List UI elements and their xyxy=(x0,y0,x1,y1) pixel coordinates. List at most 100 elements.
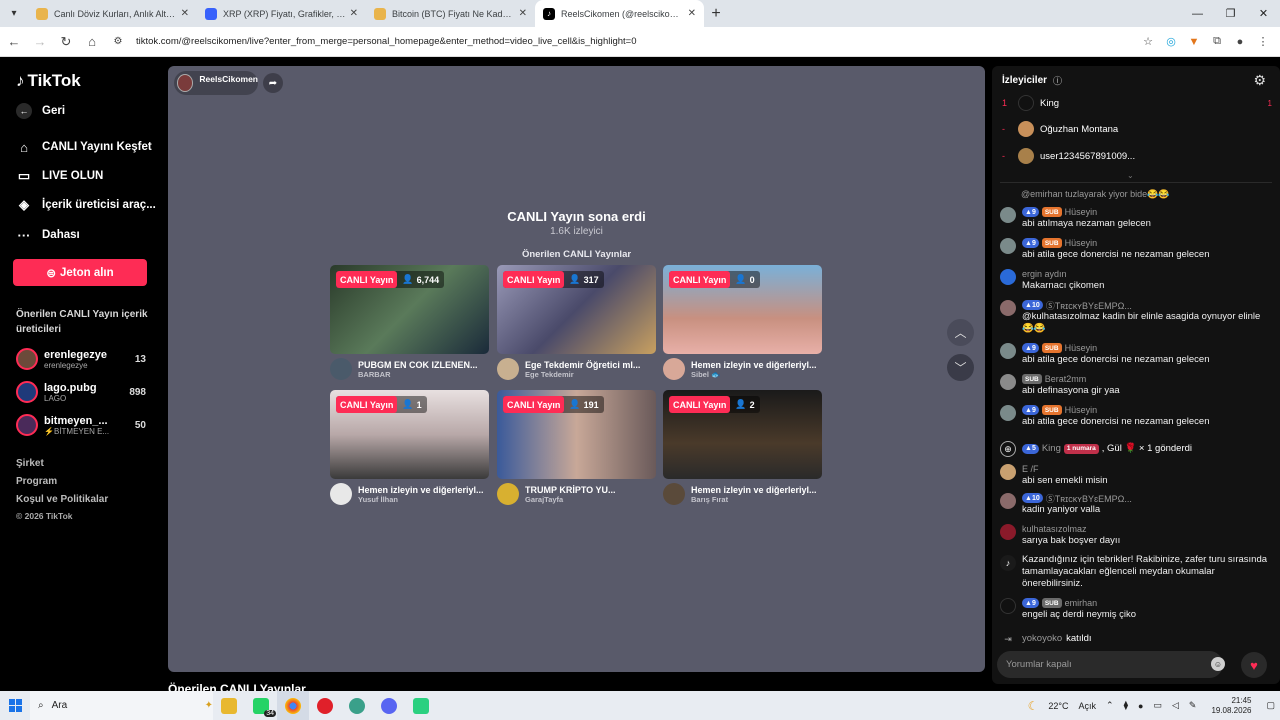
info-icon[interactable]: ⓘ xyxy=(1053,74,1062,87)
scroll-up-button[interactable]: ︿ xyxy=(947,319,974,346)
metamask-icon[interactable]: ▼ xyxy=(1187,35,1201,49)
network-icon[interactable]: ▭ xyxy=(1153,700,1162,711)
restore-icon[interactable]: ❐ xyxy=(1214,0,1247,27)
taskbar-search[interactable]: ⌕ Ara ✦ xyxy=(30,691,213,720)
avatar[interactable] xyxy=(1000,269,1016,285)
close-icon[interactable]: ✕ xyxy=(688,8,696,19)
avatar[interactable] xyxy=(1000,374,1016,390)
avatar[interactable] xyxy=(1000,524,1016,540)
sidebar-item-more[interactable]: ··· Dahası xyxy=(16,227,80,243)
tab-search-icon[interactable]: ▾ xyxy=(0,0,28,27)
live-thumbnail[interactable]: CANLI Yayın 👤 6,744 xyxy=(330,265,489,354)
join-user[interactable]: yokoyoko xyxy=(1022,633,1062,644)
live-card[interactable]: CANLI Yayın 👤 0 Hemen izleyin ve diğerleri… xyxy=(663,265,822,380)
profile-icon[interactable]: ● xyxy=(1233,35,1247,49)
live-card[interactable]: CANLI Yayın 👤 2 Hemen izleyin ve diğerleri… xyxy=(663,390,822,505)
footer-link-company[interactable]: Şirket xyxy=(16,458,44,469)
whatsapp-icon[interactable]: 34 xyxy=(245,691,277,720)
live-card[interactable]: CANLI Yayın 👤 191 TRUMP KRİPTO YU... GarajT… xyxy=(497,390,656,505)
file-explorer-icon[interactable] xyxy=(213,691,245,720)
extensions-puzzle-icon[interactable]: ⧉ xyxy=(1210,35,1224,49)
footer-link-program[interactable]: Program xyxy=(16,476,57,487)
tiktok-logo[interactable]: ♪ TikTok xyxy=(16,71,81,91)
avatar[interactable] xyxy=(1000,598,1016,614)
minimize-icon[interactable]: — xyxy=(1181,0,1214,27)
ranking-row[interactable]: 1 King 1 xyxy=(1002,95,1272,111)
message-user[interactable]: ergin aydın xyxy=(1022,269,1067,279)
avatar[interactable] xyxy=(1000,207,1016,223)
reload-icon[interactable]: ↻ xyxy=(54,30,78,54)
heart-icon[interactable]: ♥ xyxy=(1241,652,1267,678)
creator-item[interactable]: lago.pubg LAGO 898 xyxy=(16,381,146,403)
live-thumbnail[interactable]: CANLI Yayın 👤 1 xyxy=(330,390,489,479)
chevron-up-icon[interactable]: ⌃ xyxy=(1106,700,1114,711)
temperature[interactable]: 22°C xyxy=(1048,701,1068,711)
close-icon[interactable]: ✕ xyxy=(181,8,189,19)
home-icon[interactable]: ⌂ xyxy=(80,30,104,54)
live-thumbnail[interactable]: CANLI Yayın 👤 2 xyxy=(663,390,822,479)
close-icon[interactable]: ✕ xyxy=(519,8,527,19)
sidebar-item-go-live[interactable]: ▭ LIVE OLUN xyxy=(16,168,104,184)
avatar[interactable] xyxy=(1000,300,1016,316)
creator-item[interactable]: erenlegezye erenlegezye 13 xyxy=(16,348,146,370)
buy-coins-button[interactable]: ⊜ Jeton alın xyxy=(13,259,147,286)
extension-icon[interactable]: ◎ xyxy=(1164,35,1178,49)
app-icon[interactable] xyxy=(341,691,373,720)
forward-icon[interactable]: → xyxy=(28,30,52,54)
weather-text[interactable]: Açık xyxy=(1079,701,1097,711)
new-tab-button[interactable]: + xyxy=(704,5,728,23)
live-thumbnail[interactable]: CANLI Yayın 👤 0 xyxy=(663,265,822,354)
message-user[interactable]: Hüseyin xyxy=(1065,238,1098,248)
opera-icon[interactable] xyxy=(309,691,341,720)
live-card[interactable]: CANLI Yayın 👤 317 Ege Tekdemir Öğretici ml… xyxy=(497,265,656,380)
live-thumbnail[interactable]: CANLI Yayın 👤 191 xyxy=(497,390,656,479)
message-user[interactable]: Hüseyin xyxy=(1065,343,1098,353)
browser-tab-active[interactable]: ♪ ReelsCikomen (@reelscikomen) ✕ xyxy=(535,0,704,27)
host-pill[interactable]: ReelsCikomen xyxy=(174,71,258,95)
live-thumbnail[interactable]: CANLI Yayın 👤 317 xyxy=(497,265,656,354)
message-user[interactable]: Berat2mm xyxy=(1045,374,1087,384)
live-card[interactable]: CANLI Yayın 👤 6,744 PUBGM EN COK IZLENEN..… xyxy=(330,265,489,380)
clock[interactable]: 21:45 19.08.2026 xyxy=(1206,696,1256,716)
message-user[interactable]: Hüseyin xyxy=(1065,207,1098,217)
site-info-icon[interactable]: ⚙ xyxy=(106,30,130,54)
windows-start-icon[interactable] xyxy=(0,699,30,712)
url-field[interactable]: tiktok.com/@reelscikomen/live?enter_from… xyxy=(136,36,1141,47)
close-icon[interactable]: ✕ xyxy=(350,8,358,19)
message-user[interactable]: E /F xyxy=(1022,464,1039,474)
creator-item[interactable]: bitmeyen_... ⚡BİTMEYEN E... 50 xyxy=(16,414,146,436)
scroll-down-button[interactable]: ﹀ xyxy=(947,354,974,381)
ranking-row[interactable]: - user1234567891009... xyxy=(1002,148,1272,164)
browser-tab[interactable]: Bitcoin (BTC) Fiyatı Ne Kadar? G ✕ xyxy=(366,0,535,27)
app-icon[interactable] xyxy=(405,691,437,720)
gift-user[interactable]: King xyxy=(1042,443,1061,454)
avatar[interactable] xyxy=(1000,464,1016,480)
speaker-icon[interactable]: ◁ xyxy=(1172,700,1179,711)
live-card[interactable]: CANLI Yayın 👤 1 Hemen izleyin ve diğerleri… xyxy=(330,390,489,505)
notification-icon[interactable]: ▢ xyxy=(1266,700,1275,711)
gear-icon[interactable]: ⚙ xyxy=(1253,72,1266,89)
chrome-icon[interactable] xyxy=(277,691,309,720)
emoji-icon[interactable]: ☺ xyxy=(1211,657,1225,671)
browser-menu-icon[interactable]: ⋮ xyxy=(1256,35,1270,49)
avatar[interactable] xyxy=(1000,343,1016,359)
message-user[interactable]: ⓈTʀɪᴄᴋʏBYɛEMPΩ... xyxy=(1046,299,1132,312)
tray-icon[interactable]: ⧫ xyxy=(1124,700,1128,711)
ranking-row[interactable]: - Oğuzhan Montana xyxy=(1002,121,1272,137)
avatar[interactable] xyxy=(1000,405,1016,421)
sidebar-item-creator-tools[interactable]: ◈ İçerik üreticisi araç... xyxy=(16,197,156,213)
pen-icon[interactable]: ✎ xyxy=(1189,700,1197,711)
comment-input[interactable]: Yorumlar kapalı xyxy=(997,651,1223,678)
browser-tab[interactable]: XRP (XRP) Fiyatı, Grafikler, Piyas ✕ xyxy=(197,0,366,27)
avatar[interactable] xyxy=(1000,493,1016,509)
chevron-down-icon[interactable]: ⌄ xyxy=(1127,171,1134,180)
avatar[interactable] xyxy=(1000,238,1016,254)
discord-icon[interactable] xyxy=(373,691,405,720)
back-button[interactable]: ← Geri xyxy=(16,103,65,119)
close-window-icon[interactable]: ✕ xyxy=(1247,0,1280,27)
message-user[interactable]: emirhan xyxy=(1065,598,1098,608)
message-user[interactable]: kulhatasızolmaz xyxy=(1022,524,1087,534)
browser-tab[interactable]: Canlı Döviz Kurları, Anlık Altın F ✕ xyxy=(28,0,197,27)
back-icon[interactable]: ← xyxy=(2,30,26,54)
message-user[interactable]: ⓈTʀɪᴄᴋʏBYɛEMPΩ... xyxy=(1046,492,1132,505)
